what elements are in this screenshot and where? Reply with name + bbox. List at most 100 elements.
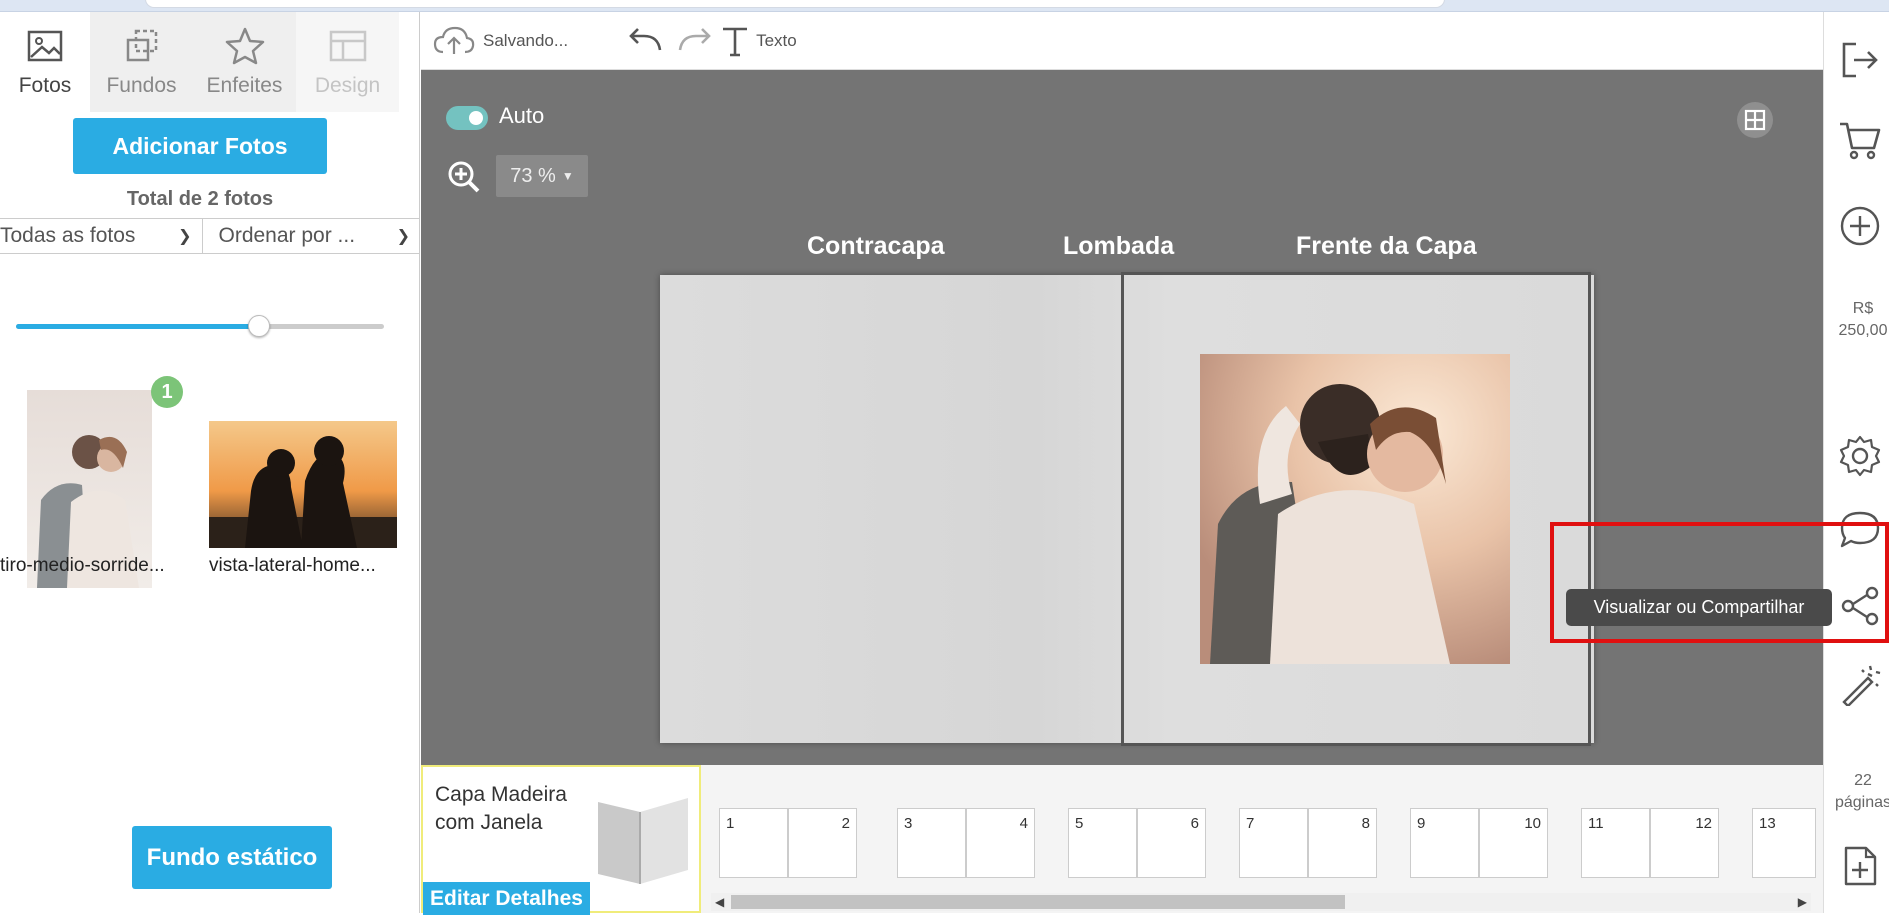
add-circle-icon[interactable] xyxy=(1838,204,1882,248)
add-photos-button[interactable]: Adicionar Fotos xyxy=(73,118,327,174)
page-thumb: 10 xyxy=(1479,808,1548,878)
page-thumb: 1 xyxy=(719,808,788,878)
save-status: Salvando... xyxy=(433,24,568,58)
cover-photo[interactable] xyxy=(1200,354,1510,664)
price-currency: R$ xyxy=(1852,300,1874,317)
page-spread-3-4[interactable]: 3 4 xyxy=(897,808,1035,878)
chevron-down-icon: ❯ xyxy=(396,228,410,245)
page-thumb: 7 xyxy=(1239,808,1308,878)
pages-strip: Capa Madeira com Janela Editar Detalhes … xyxy=(421,765,1823,915)
page-thumb: 6 xyxy=(1137,808,1206,878)
book-cover-icon xyxy=(598,798,688,884)
page-thumb: 5 xyxy=(1068,808,1137,878)
zoom-select[interactable]: 73 % ▼ xyxy=(496,155,588,197)
page-thumb: 4 xyxy=(966,808,1035,878)
photo-filters: Todas as fotos ❯ Ordenar por ... ❯ xyxy=(0,218,420,254)
tab-label: Fundos xyxy=(106,74,177,97)
tab-design[interactable]: Design xyxy=(296,12,399,112)
tab-label: Design xyxy=(314,74,381,97)
chevron-down-icon: ❯ xyxy=(178,228,192,245)
slider-fill xyxy=(16,324,259,329)
cloud-upload-icon xyxy=(433,26,475,54)
cover-card[interactable]: Capa Madeira com Janela Editar Detalhes xyxy=(421,765,701,915)
grid-toggle-button[interactable] xyxy=(1737,102,1773,138)
text-icon xyxy=(723,27,748,56)
filter-all-select[interactable]: Todas as fotos ❯ xyxy=(0,219,203,253)
scroll-left-icon[interactable]: ◀ xyxy=(715,893,724,911)
add-text-button[interactable]: Texto xyxy=(720,24,797,58)
left-panel: Fotos Fundos Enfeites Design Adicionar F… xyxy=(0,12,420,913)
right-rail: R$ 250,00 22 páginas xyxy=(1823,12,1889,913)
grid-icon xyxy=(1744,109,1766,131)
photo-filename: vista-lateral-home... xyxy=(209,555,376,576)
slider-handle[interactable] xyxy=(247,315,270,337)
cover-type-title: Capa Madeira com Janela xyxy=(435,783,567,834)
editor-canvas: Auto 73 % ▼ Contracapa Lombada Frente da … xyxy=(421,70,1823,765)
panel-tabs: Fotos Fundos Enfeites Design xyxy=(0,12,419,112)
used-count-badge: 1 xyxy=(151,376,183,408)
page-spread-13[interactable]: 13 xyxy=(1752,808,1816,878)
sort-select[interactable]: Ordenar por ... ❯ xyxy=(203,219,421,253)
tab-label: Fotos xyxy=(18,74,72,97)
tab-label: Enfeites xyxy=(206,74,283,97)
tab-enfeites[interactable]: Enfeites xyxy=(193,12,296,112)
page-thumb: 3 xyxy=(897,808,966,878)
address-bar[interactable] xyxy=(145,0,1445,8)
page-count: 22 xyxy=(1854,772,1872,789)
page-thumb: 13 xyxy=(1752,808,1816,878)
photo-image xyxy=(1200,354,1510,664)
sort-value: Ordenar por ... xyxy=(218,224,356,247)
gear-icon[interactable] xyxy=(1838,434,1882,478)
star-icon xyxy=(225,27,264,65)
edit-details-button[interactable]: Editar Detalhes xyxy=(423,882,590,915)
page-spread-7-8[interactable]: 7 8 xyxy=(1239,808,1377,878)
undo-icon xyxy=(629,27,662,50)
image-icon xyxy=(27,30,63,62)
page-spread-5-6[interactable]: 5 6 xyxy=(1068,808,1206,878)
page-spread-11-12[interactable]: 11 12 xyxy=(1581,808,1719,878)
saving-label: Salvando... xyxy=(483,30,569,50)
backgrounds-icon xyxy=(126,29,157,62)
pages-scrollbar[interactable]: ◀ ▶ xyxy=(711,893,1811,911)
editor-toolbar: Salvando... Texto xyxy=(421,12,1823,70)
page-spread-9-10[interactable]: 9 10 xyxy=(1410,808,1548,878)
photo-image xyxy=(209,421,397,548)
page-thumb: 12 xyxy=(1650,808,1719,878)
zoom-value: 73 % xyxy=(510,164,556,187)
back-cover-label: Contracapa xyxy=(807,232,945,260)
scrollbar-thumb[interactable] xyxy=(731,895,1345,909)
tab-fundos[interactable]: Fundos xyxy=(90,12,193,112)
photo-count: Total de 2 fotos xyxy=(126,188,274,210)
page-count-unit: páginas xyxy=(1834,794,1889,811)
page-thumb: 8 xyxy=(1308,808,1377,878)
text-label: Texto xyxy=(756,30,797,50)
add-page-icon[interactable] xyxy=(1838,844,1882,888)
thumbnail-size-slider[interactable] xyxy=(16,315,384,337)
share-tooltip: Visualizar ou Compartilhar xyxy=(1566,589,1832,626)
page-spread-1-2[interactable]: 1 2 xyxy=(719,808,857,878)
auto-label: Auto xyxy=(499,103,545,128)
front-cover-label: Frente da Capa xyxy=(1296,232,1477,260)
zoom-in-icon[interactable] xyxy=(447,160,481,194)
scroll-right-icon[interactable]: ▶ xyxy=(1798,893,1807,911)
redo-button[interactable] xyxy=(674,24,716,58)
browser-top-strip xyxy=(0,0,1889,12)
layout-icon xyxy=(329,30,366,62)
cart-icon[interactable] xyxy=(1838,118,1882,162)
magic-wand-icon[interactable] xyxy=(1838,662,1882,706)
page-thumb: 9 xyxy=(1410,808,1479,878)
logout-icon[interactable] xyxy=(1838,38,1882,82)
photo-filename: tiro-medio-sorride... xyxy=(0,555,165,576)
spine-label: Lombada xyxy=(1063,232,1175,260)
page-thumb: 11 xyxy=(1581,808,1650,878)
undo-button[interactable] xyxy=(624,24,666,58)
static-background-button[interactable]: Fundo estático xyxy=(132,826,332,889)
redo-icon xyxy=(678,27,711,50)
toggle-knob xyxy=(469,111,483,125)
photo-thumbnail-silhouette-kiss[interactable] xyxy=(209,421,397,548)
auto-toggle[interactable] xyxy=(446,106,488,130)
price-value: 250,00 xyxy=(1838,322,1888,339)
caret-down-icon: ▼ xyxy=(561,169,574,183)
filter-all-value: Todas as fotos xyxy=(0,224,136,247)
tab-fotos[interactable]: Fotos xyxy=(0,12,90,112)
